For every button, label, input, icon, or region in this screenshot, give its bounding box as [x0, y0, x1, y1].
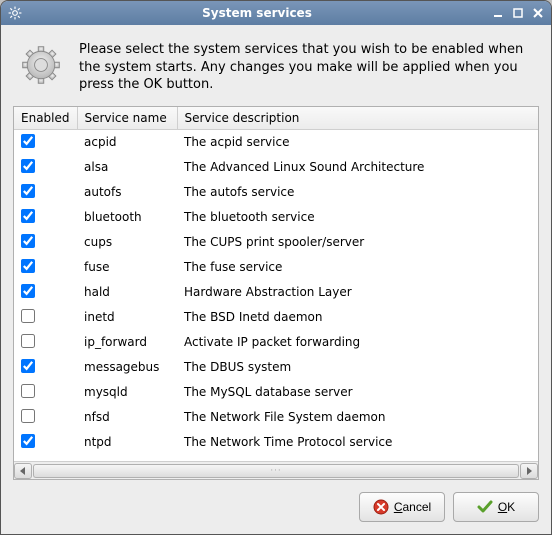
dialog-content: Please select the system services that y… — [1, 25, 551, 534]
table-row[interactable]: nfsdThe Network File System daemon — [14, 405, 538, 430]
scrollbar-track[interactable]: ··· — [33, 464, 519, 478]
cell-enabled — [14, 305, 77, 330]
table-row[interactable]: bluetoothThe bluetooth service — [14, 205, 538, 230]
cell-service-name: bluetooth — [77, 205, 177, 230]
service-enabled-checkbox[interactable] — [21, 209, 35, 223]
cell-enabled — [14, 280, 77, 305]
cell-service-desc: The CUPS print spooler/server — [177, 230, 538, 255]
service-enabled-checkbox[interactable] — [21, 309, 35, 323]
app-icon — [5, 6, 25, 20]
cell-enabled — [14, 255, 77, 280]
service-enabled-checkbox[interactable] — [21, 184, 35, 198]
cell-enabled — [14, 405, 77, 430]
cell-service-name: ntpd — [77, 430, 177, 455]
service-enabled-checkbox[interactable] — [21, 284, 35, 298]
cell-enabled — [14, 129, 77, 155]
cell-enabled — [14, 380, 77, 405]
cell-service-desc: Hardware Abstraction Layer — [177, 280, 538, 305]
cell-service-desc: The BSD Inetd daemon — [177, 305, 538, 330]
table-row[interactable]: fuseThe fuse service — [14, 255, 538, 280]
cell-enabled — [14, 230, 77, 255]
cell-service-desc: The autofs service — [177, 180, 538, 205]
services-table: Enabled Service name Service description… — [14, 107, 538, 455]
cell-service-name: mysqld — [77, 380, 177, 405]
cell-enabled — [14, 205, 77, 230]
horizontal-scrollbar[interactable]: ··· — [14, 461, 538, 479]
button-row: Cancel OK — [13, 490, 539, 522]
cell-service-name: nfsd — [77, 405, 177, 430]
table-row[interactable]: cupsThe CUPS print spooler/server — [14, 230, 538, 255]
intro-row: Please select the system services that y… — [13, 37, 539, 96]
gear-icon — [17, 41, 65, 89]
service-enabled-checkbox[interactable] — [21, 384, 35, 398]
table-row[interactable]: ntpdThe Network Time Protocol service — [14, 430, 538, 455]
ok-icon — [477, 499, 493, 515]
cell-service-desc: The MySQL database server — [177, 380, 538, 405]
service-enabled-checkbox[interactable] — [21, 334, 35, 348]
table-row[interactable]: haldHardware Abstraction Layer — [14, 280, 538, 305]
cell-service-desc: The acpid service — [177, 129, 538, 155]
service-enabled-checkbox[interactable] — [21, 134, 35, 148]
system-services-dialog: System services — [0, 0, 552, 535]
service-enabled-checkbox[interactable] — [21, 409, 35, 423]
cell-service-desc: Activate IP packet forwarding — [177, 330, 538, 355]
service-enabled-checkbox[interactable] — [21, 259, 35, 273]
cell-service-desc: The Network File System daemon — [177, 405, 538, 430]
column-header-enabled[interactable]: Enabled — [14, 107, 77, 130]
cell-service-desc: The Network Time Protocol service — [177, 430, 538, 455]
service-enabled-checkbox[interactable] — [21, 234, 35, 248]
table-row[interactable]: inetdThe BSD Inetd daemon — [14, 305, 538, 330]
cell-enabled — [14, 180, 77, 205]
column-header-desc[interactable]: Service description — [177, 107, 538, 130]
cell-enabled — [14, 155, 77, 180]
maximize-button[interactable] — [509, 5, 527, 21]
table-row[interactable]: messagebusThe DBUS system — [14, 355, 538, 380]
cell-enabled — [14, 355, 77, 380]
minimize-button[interactable] — [489, 5, 507, 21]
services-table-scroll[interactable]: Enabled Service name Service description… — [14, 107, 538, 461]
cell-service-name: messagebus — [77, 355, 177, 380]
table-row[interactable]: ip_forwardActivate IP packet forwarding — [14, 330, 538, 355]
cancel-label: Cancel — [394, 500, 431, 514]
table-row[interactable]: alsaThe Advanced Linux Sound Architectur… — [14, 155, 538, 180]
cell-service-name: cups — [77, 230, 177, 255]
cell-enabled — [14, 330, 77, 355]
service-enabled-checkbox[interactable] — [21, 434, 35, 448]
ok-label: OK — [498, 500, 515, 514]
services-table-frame: Enabled Service name Service description… — [13, 106, 539, 480]
cell-service-desc: The DBUS system — [177, 355, 538, 380]
ok-button[interactable]: OK — [453, 492, 539, 522]
cell-service-name: acpid — [77, 129, 177, 155]
service-enabled-checkbox[interactable] — [21, 359, 35, 373]
cell-service-desc: The bluetooth service — [177, 205, 538, 230]
cell-service-name: alsa — [77, 155, 177, 180]
cell-service-name: inetd — [77, 305, 177, 330]
cell-enabled — [14, 430, 77, 455]
cell-service-name: ip_forward — [77, 330, 177, 355]
column-header-name[interactable]: Service name — [77, 107, 177, 130]
scroll-right-button[interactable] — [520, 463, 538, 479]
cell-service-name: autofs — [77, 180, 177, 205]
table-row[interactable]: autofsThe autofs service — [14, 180, 538, 205]
service-enabled-checkbox[interactable] — [21, 159, 35, 173]
titlebar[interactable]: System services — [1, 1, 551, 25]
cancel-icon — [373, 499, 389, 515]
intro-text: Please select the system services that y… — [79, 41, 535, 94]
table-row[interactable]: mysqldThe MySQL database server — [14, 380, 538, 405]
scroll-left-button[interactable] — [14, 463, 32, 479]
cell-service-name: hald — [77, 280, 177, 305]
cell-service-desc: The fuse service — [177, 255, 538, 280]
window-title: System services — [25, 6, 489, 20]
cell-service-name: fuse — [77, 255, 177, 280]
cell-service-desc: The Advanced Linux Sound Architecture — [177, 155, 538, 180]
close-button[interactable] — [529, 5, 547, 21]
table-row[interactable]: acpidThe acpid service — [14, 129, 538, 155]
cancel-button[interactable]: Cancel — [359, 492, 445, 522]
